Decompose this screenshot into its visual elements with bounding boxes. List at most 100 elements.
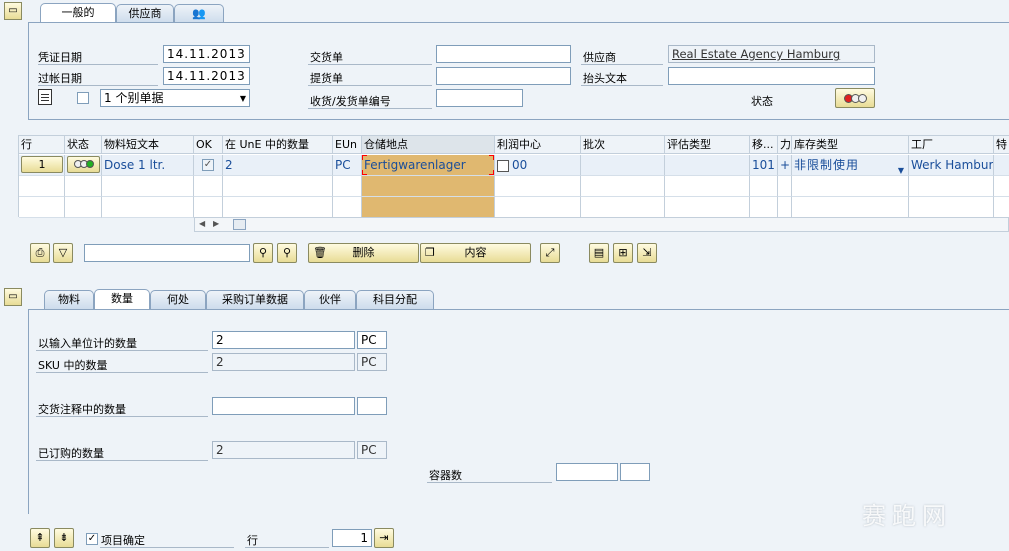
scroll-left-icon[interactable]: ◀	[199, 219, 205, 228]
tab-partner-label: 伙伴	[319, 293, 341, 306]
containers-unit[interactable]	[620, 463, 650, 481]
doc-date-field[interactable]: 14.11.2013	[163, 45, 250, 63]
tab-quantity[interactable]: 数量	[94, 289, 150, 310]
col-profit-center[interactable]: 利润中心	[495, 136, 581, 154]
gr-slip-field[interactable]	[436, 89, 523, 107]
row-1-batch[interactable]	[581, 155, 665, 176]
delivery-note-field[interactable]	[436, 45, 571, 63]
scroll-thumb[interactable]	[233, 219, 246, 230]
empty-row-cell	[194, 176, 223, 197]
find-button[interactable]: ⚲	[253, 243, 273, 263]
col-direction[interactable]: 力	[778, 136, 792, 154]
row-1-plant[interactable]: Werk Hamburg	[909, 155, 994, 176]
col-material-text[interactable]: 物料短文本	[102, 136, 194, 154]
tab-vendor[interactable]: 供应商	[116, 4, 174, 23]
tab-partners-icon[interactable]: 👥	[174, 4, 224, 23]
add-row-button[interactable]: ⊞	[613, 243, 633, 263]
col-movement-type[interactable]: 移...	[750, 136, 778, 154]
expand-button[interactable]: ⤢	[540, 243, 560, 263]
collapse-header-button[interactable]: ▭	[4, 2, 22, 20]
stock-type-value: 非限制使用	[794, 158, 860, 172]
row-1-line[interactable]: 1	[19, 155, 65, 176]
empty-row-cell	[362, 197, 495, 218]
go-to-row-button[interactable]: ⇥	[374, 528, 394, 548]
storage-location-value: Fertigwarenlager	[364, 158, 466, 172]
status-traffic-light-button[interactable]	[835, 88, 875, 108]
traffic-light-green-icon	[73, 157, 94, 170]
row-1-stock-type[interactable]: 非限制使用 ▼	[792, 155, 909, 176]
col-ok[interactable]: OK	[194, 136, 223, 154]
empty-row-cell	[333, 176, 362, 197]
row-1-direction: +	[778, 155, 792, 176]
slip-dropdown[interactable]: 1 个别单据 ▼	[100, 89, 250, 107]
header-text-field[interactable]	[668, 67, 875, 85]
post-date-field[interactable]: 14.11.2013	[163, 67, 250, 85]
row-1-valuation-type[interactable]	[665, 155, 750, 176]
tab-general[interactable]: 一般的	[40, 3, 116, 24]
row-1-unit[interactable]: PC	[333, 155, 362, 176]
tab-partner[interactable]: 伙伴	[304, 290, 356, 309]
contents-label: 内容	[464, 246, 487, 259]
export-button[interactable]: ⇲	[637, 243, 657, 263]
row-1-ok[interactable]: ✓	[194, 155, 223, 176]
print-button[interactable]: ⎙	[30, 243, 50, 263]
col-unit[interactable]: EUn	[333, 136, 362, 154]
containers-label: 容器数	[429, 469, 462, 482]
qty-delivery-note-field[interactable]	[212, 397, 355, 415]
find-next-button[interactable]: ⚲	[277, 243, 297, 263]
tab-account-assignment[interactable]: 科目分配	[356, 290, 434, 309]
qty-delivery-note-unit[interactable]	[357, 397, 387, 415]
containers-field[interactable]	[556, 463, 618, 481]
empty-row-cell	[102, 176, 194, 197]
bill-of-lading-field[interactable]	[436, 67, 571, 85]
qty-entry-unit[interactable]: PC	[357, 331, 387, 349]
col-valuation-type[interactable]: 评估类型	[665, 136, 750, 154]
col-quantity[interactable]: 在 UnE 中的数量	[223, 136, 333, 154]
empty-row-cell	[792, 197, 909, 218]
col-stock-type[interactable]: 库存类型	[792, 136, 909, 154]
document-icon[interactable]	[38, 89, 52, 105]
scroll-right-icon[interactable]: ▶	[213, 219, 219, 228]
col-line[interactable]: 行	[19, 136, 65, 154]
item-ok-checkbox[interactable]: ✓	[86, 533, 98, 545]
delete-button[interactable]: 🗑 删除	[308, 243, 419, 263]
qty-entry-underline	[36, 350, 208, 351]
row-1-movement-type[interactable]: 101	[750, 155, 778, 176]
horizontal-scrollbar[interactable]: ◀ ▶	[194, 217, 1009, 232]
col-storage-location[interactable]: 仓储地点	[362, 136, 495, 154]
col-status[interactable]: 状态	[65, 136, 102, 154]
filter-button[interactable]: ▽	[53, 243, 73, 263]
row-select-button[interactable]: 1	[21, 156, 63, 173]
tab-where[interactable]: 何处	[150, 290, 206, 309]
folder-button[interactable]: ▤	[589, 243, 609, 263]
value-help-icon[interactable]	[497, 159, 509, 172]
row-number-field[interactable]: 1	[332, 529, 372, 547]
collapse-detail-button[interactable]: ▭	[4, 288, 22, 306]
qty-entry-field[interactable]: 2	[212, 331, 355, 349]
row-ok-checkbox[interactable]: ✓	[202, 159, 214, 171]
previous-item-button[interactable]: ⇞	[30, 528, 50, 548]
row-1-profit-center[interactable]: 00	[495, 155, 581, 176]
row-1-quantity[interactable]: 2	[223, 155, 333, 176]
header-text-underline	[581, 85, 663, 86]
row-1-material-text[interactable]: Dose 1 ltr.	[102, 155, 194, 176]
contents-button[interactable]: ❐ 内容	[420, 243, 531, 263]
print-checkbox[interactable]	[77, 92, 89, 104]
search-field[interactable]	[84, 244, 250, 262]
row-1-storage-location[interactable]: Fertigwarenlager	[362, 155, 495, 176]
col-plant[interactable]: 工厂	[909, 136, 994, 154]
bill-of-lading-label: 提货单	[310, 72, 343, 85]
tab-material[interactable]: 物料	[44, 290, 94, 309]
col-batch[interactable]: 批次	[581, 136, 665, 154]
empty-row-cell	[665, 197, 750, 218]
status-label: 状态	[751, 95, 773, 108]
next-item-button[interactable]: ⇟	[54, 528, 74, 548]
col-special[interactable]: 特	[994, 136, 1009, 154]
gr-slip-label: 收货/发货单编号	[310, 95, 391, 108]
tab-account-assignment-label: 科目分配	[373, 293, 417, 306]
qty-ordered-field: 2	[212, 441, 355, 459]
tab-po-data[interactable]: 采购订单数据	[206, 290, 304, 309]
empty-row-cell	[194, 197, 223, 218]
row-1-special[interactable]	[994, 155, 1009, 176]
row-status-light[interactable]	[67, 156, 100, 173]
